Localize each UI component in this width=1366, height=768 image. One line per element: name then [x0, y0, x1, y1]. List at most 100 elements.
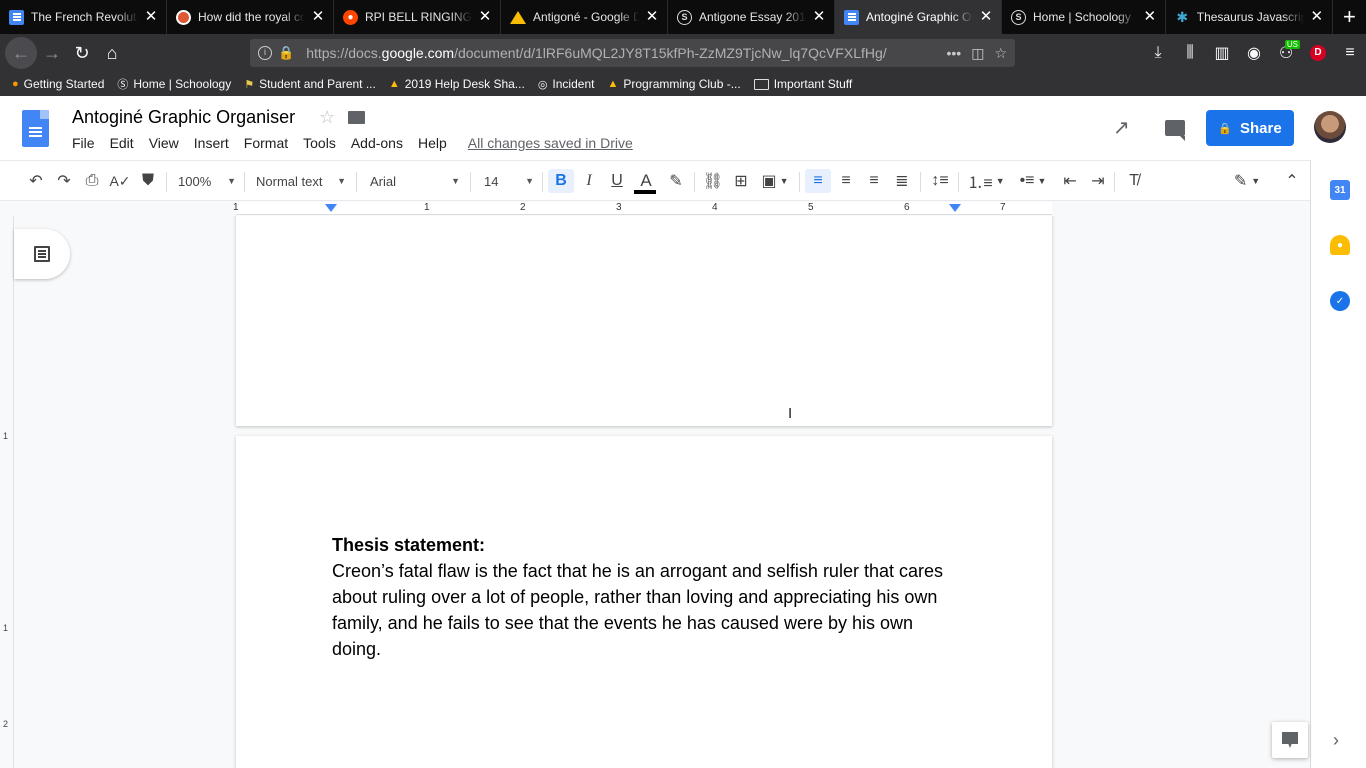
keep-icon[interactable]: ● [1330, 235, 1350, 255]
document-outline-button[interactable] [14, 229, 70, 279]
browser-tab[interactable]: S Antigone Essay 2019 ✕ [668, 0, 835, 34]
bookmark-folder[interactable]: Important Stuff [753, 77, 852, 91]
redo-icon[interactable]: ↷ [52, 169, 76, 193]
close-icon[interactable]: ✕ [645, 9, 659, 24]
tasks-icon[interactable]: ✓ [1330, 291, 1350, 311]
thesis-heading[interactable]: Thesis statement: [332, 532, 952, 558]
insert-image-icon[interactable]: ▣ ▼ [757, 169, 793, 193]
explore-button[interactable] [1272, 722, 1308, 758]
browser-tab[interactable]: ● RPI BELL RINGING A ✕ [334, 0, 501, 34]
user-avatar[interactable] [1314, 111, 1346, 143]
activity-dashboard-icon[interactable]: ↗ [1113, 115, 1130, 140]
close-icon[interactable]: ✕ [1143, 9, 1157, 24]
menu-icon[interactable]: ≡ [1334, 38, 1366, 68]
menu-file[interactable]: File [72, 135, 95, 151]
align-left-icon[interactable]: ≡ [805, 169, 831, 193]
docs-logo-icon[interactable] [22, 110, 49, 147]
line-spacing-icon[interactable]: ↕≡ [928, 169, 952, 193]
bookmark-item[interactable]: ◎ Incident [538, 77, 595, 91]
browser-tab[interactable]: ✱ Thesaurus Javascript ✕ [1166, 0, 1333, 34]
align-center-icon[interactable]: ≡ [834, 169, 858, 193]
library-icon[interactable]: ⫼ [1174, 38, 1206, 68]
close-icon[interactable]: ✕ [979, 9, 993, 24]
zoom-select[interactable]: 100% ▼ [178, 169, 236, 193]
comment-icon[interactable] [1165, 120, 1185, 141]
share-button[interactable]: 🔒 Share [1206, 110, 1294, 146]
align-right-icon[interactable]: ≡ [862, 169, 886, 193]
bold-button[interactable]: B [548, 169, 574, 193]
spellcheck-icon[interactable]: A✓ [108, 169, 132, 193]
menu-format[interactable]: Format [244, 135, 288, 151]
forward-button[interactable]: → [37, 38, 67, 68]
underline-button[interactable]: U [605, 169, 629, 193]
menu-tools[interactable]: Tools [303, 135, 336, 151]
link-icon[interactable]: ⛓ [701, 169, 725, 193]
pocket-icon[interactable]: ◫ [971, 45, 984, 62]
editor-canvas[interactable]: Thesis statement: Creon’s fatal flaw is … [0, 216, 1310, 768]
align-justify-icon[interactable]: ≣ [890, 169, 914, 193]
document-page[interactable] [236, 216, 1052, 426]
bookmark-item[interactable]: ▲ Programming Club -... [607, 77, 740, 91]
document-title[interactable]: Antoginé Graphic Organiser [72, 107, 295, 128]
paragraph-style-select[interactable]: Normal text ▼ [256, 169, 346, 193]
info-icon[interactable]: i [258, 46, 272, 60]
right-indent-marker[interactable] [949, 204, 961, 212]
bookmark-item[interactable]: ● Getting Started [12, 77, 104, 91]
thesis-paragraph[interactable]: Creon’s fatal flaw is the fact that he i… [332, 561, 943, 659]
close-icon[interactable]: ✕ [1310, 9, 1324, 24]
decrease-indent-icon[interactable]: ⇤ [1058, 169, 1082, 193]
italic-button[interactable]: I [577, 169, 601, 193]
bookmark-item[interactable]: ⚑ Student and Parent ... [244, 77, 376, 91]
browser-tab[interactable]: S Home | Schoology ✕ [1002, 0, 1166, 34]
left-indent-marker[interactable] [325, 204, 337, 212]
browser-tab[interactable]: Antigoné - Google Drive ✕ [501, 0, 668, 34]
vertical-ruler[interactable]: 1 1 2 [0, 216, 14, 768]
menu-help[interactable]: Help [418, 135, 447, 151]
new-tab-button[interactable]: + [1333, 0, 1366, 34]
bookmark-item[interactable]: Ⓢ Home | Schoology [117, 76, 231, 92]
undo-icon[interactable]: ↶ [24, 169, 48, 193]
editing-mode-icon[interactable]: ✎ ▼ [1230, 169, 1264, 193]
browser-tab[interactable]: The French Revolution ✕ [0, 0, 167, 34]
document-body[interactable]: Thesis statement: Creon’s fatal flaw is … [332, 532, 952, 662]
numbered-list-icon[interactable]: ⒈≡ ▼ [966, 169, 1006, 193]
close-icon[interactable]: ✕ [812, 9, 826, 24]
reload-button[interactable]: ↻ [67, 38, 97, 68]
increase-indent-icon[interactable]: ⇥ [1086, 169, 1110, 193]
home-button[interactable]: ⌂ [97, 38, 127, 68]
url-bar[interactable]: i 🔒 https://docs.google.com/document/d/1… [250, 39, 1015, 67]
save-status-link[interactable]: All changes saved in Drive [468, 135, 633, 151]
close-icon[interactable]: ✕ [311, 9, 325, 24]
font-size-select[interactable]: 14 ▼ [484, 169, 534, 193]
account-icon[interactable]: ◉ [1238, 38, 1270, 68]
browser-tab-active[interactable]: Antoginé Graphic Organiser ✕ [835, 0, 1002, 34]
bookmark-item[interactable]: ▲ 2019 Help Desk Sha... [389, 77, 525, 91]
star-icon[interactable]: ☆ [319, 107, 335, 128]
clear-formatting-icon[interactable]: T̸ [1122, 169, 1146, 193]
document-page[interactable]: Thesis statement: Creon’s fatal flaw is … [236, 436, 1052, 768]
menu-addons[interactable]: Add-ons [351, 135, 403, 151]
chevron-right-icon[interactable]: › [1333, 730, 1339, 751]
add-comment-icon[interactable]: ⊞ [729, 169, 753, 193]
calendar-icon[interactable]: 31 [1330, 180, 1350, 200]
back-button[interactable]: ← [5, 37, 37, 69]
sidebar-icon[interactable]: ▥ [1206, 38, 1238, 68]
font-family-select[interactable]: Arial ▼ [370, 169, 460, 193]
highlight-icon[interactable]: ✎ [664, 169, 688, 193]
collapse-menus-icon[interactable]: ⌃ [1280, 169, 1304, 193]
bulleted-list-icon[interactable]: •≡ ▼ [1013, 169, 1053, 193]
more-actions-icon[interactable]: ••• [946, 45, 961, 61]
paint-format-icon[interactable]: ⛊ [136, 169, 160, 193]
menu-insert[interactable]: Insert [194, 135, 229, 151]
close-icon[interactable]: ✕ [478, 9, 492, 24]
browser-tab[interactable]: How did the royal court ✕ [167, 0, 334, 34]
profile-button[interactable]: D [1302, 38, 1334, 68]
print-icon[interactable]: ⎙ [80, 169, 104, 193]
menu-edit[interactable]: Edit [110, 135, 134, 151]
horizontal-ruler[interactable]: 1 1 2 3 4 5 6 7 [0, 201, 1310, 216]
url-text[interactable]: https://docs.google.com/document/d/1lRF6… [306, 45, 936, 61]
move-folder-icon[interactable] [348, 111, 365, 124]
text-color-button[interactable]: A [634, 169, 658, 194]
close-icon[interactable]: ✕ [144, 9, 158, 24]
menu-view[interactable]: View [149, 135, 179, 151]
